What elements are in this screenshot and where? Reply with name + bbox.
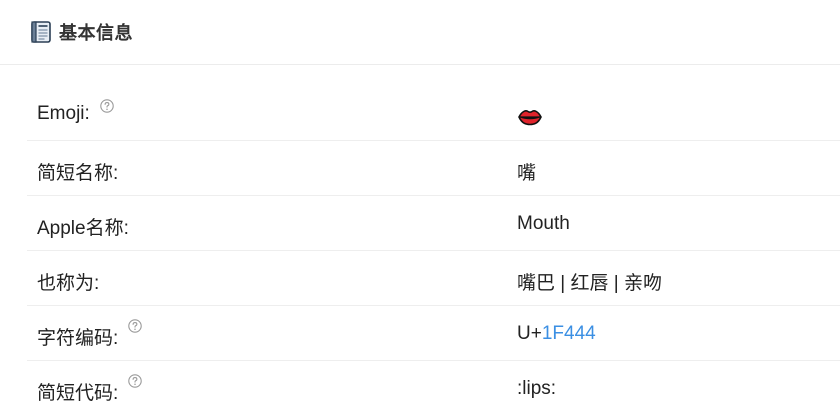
label-text: Apple名称: <box>37 218 129 239</box>
help-icon[interactable] <box>128 317 143 333</box>
newspaper-icon <box>31 21 51 43</box>
row-value-emoji <box>517 103 543 133</box>
label-text: Emoji: <box>37 103 90 124</box>
info-row-emoji: Emoji: <box>27 86 840 141</box>
codepoint-link[interactable]: 1F444 <box>542 323 596 344</box>
row-label-aliases: 也称为: <box>37 268 99 295</box>
row-label-codepoint: 字符编码: <box>37 319 143 350</box>
label-text: 也称为: <box>37 273 100 294</box>
row-value-short-name: 嘴 <box>517 163 537 184</box>
info-row-shortcode: 简短代码: :lips: <box>27 361 840 413</box>
row-value-apple-name: Mouth <box>517 213 570 234</box>
row-value-aliases: 嘴巴 | 红唇 | 亲吻 <box>517 273 662 294</box>
info-row-aliases: 也称为: 嘴巴 | 红唇 | 亲吻 <box>27 251 840 306</box>
panel-title: 基本信息 <box>59 23 133 43</box>
label-text: 简短名称: <box>37 163 119 184</box>
row-label-emoji: Emoji: <box>37 99 114 125</box>
lips-emoji-icon <box>517 107 543 127</box>
row-value-codepoint: U+1F444 <box>517 323 596 345</box>
info-table: Emoji: 简短名称: 嘴 Apple名称: Mouth 也称为: 嘴巴 | … <box>27 86 840 413</box>
help-icon[interactable] <box>100 97 114 113</box>
row-label-apple-name: Apple名称: <box>37 213 129 240</box>
codepoint-prefix: U+ <box>517 323 542 344</box>
label-text: 字符编码: <box>37 328 119 349</box>
info-row-short-name: 简短名称: 嘴 <box>27 141 840 196</box>
row-label-shortcode: 简短代码: <box>37 374 143 405</box>
label-text: 简短代码: <box>37 383 119 404</box>
row-value-shortcode: :lips: <box>517 378 557 399</box>
panel-header: 基本信息 <box>0 0 840 65</box>
help-icon[interactable] <box>128 372 143 388</box>
basic-info-panel: 基本信息 Emoji: 简短名称: 嘴 Apple名称: Mouth 也称为: … <box>0 0 840 413</box>
info-row-codepoint: 字符编码: U+1F444 <box>27 306 840 361</box>
row-label-short-name: 简短名称: <box>37 158 118 185</box>
info-row-apple-name: Apple名称: Mouth <box>27 196 840 251</box>
